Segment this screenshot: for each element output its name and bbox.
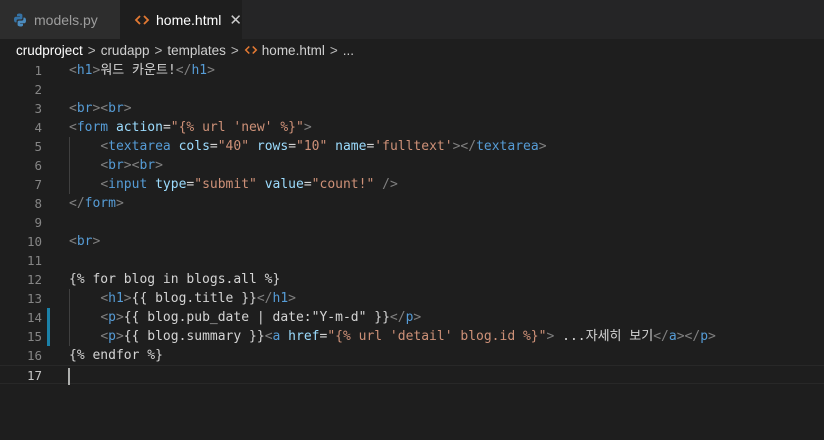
line-number: 2 <box>34 82 42 97</box>
line-number: 15 <box>26 329 42 344</box>
code-text: <p>{{ blog.pub_date | date:"Y-m-d" }}</p… <box>100 310 422 325</box>
code-line[interactable]: 1 <h1>워드 카운트!</h1> <box>0 61 824 80</box>
tab-models-py[interactable]: models.py <box>0 0 120 39</box>
breadcrumb-templates[interactable]: templates <box>167 43 226 58</box>
line-number: 11 <box>26 253 42 268</box>
line-number: 3 <box>34 101 42 116</box>
breadcrumb: crudproject > crudapp > templates > home… <box>0 39 824 61</box>
code-text: </form> <box>69 196 124 211</box>
code-text: <br><br> <box>69 101 132 116</box>
tab-bar: models.py home.html ✕ <box>0 0 824 39</box>
code-line[interactable]: 3 <br><br> <box>0 99 824 118</box>
tab-label: home.html <box>156 11 222 28</box>
line-number: 5 <box>34 139 42 154</box>
tab-home-html[interactable]: home.html ✕ <box>120 0 242 39</box>
breadcrumb-separator: > <box>230 42 239 58</box>
indent-guide <box>69 289 70 346</box>
code-line[interactable]: 8 </form> <box>0 194 824 213</box>
code-line[interactable]: 14 <p>{{ blog.pub_date | date:"Y-m-d" }}… <box>0 308 824 327</box>
html-icon <box>134 12 150 28</box>
code-line[interactable]: 17 <box>0 365 824 385</box>
code-line[interactable]: 7 <input type="submit" value="count!" /> <box>0 175 824 194</box>
line-number: 7 <box>34 177 42 192</box>
code-editor[interactable]: 1 <h1>워드 카운트!</h1> 2 3 <br><br> 4 <form action… <box>0 61 824 440</box>
code-line[interactable]: 13 <h1>{{ blog.title }}</h1> <box>0 289 824 308</box>
line-number: 14 <box>26 310 42 325</box>
code-text: {% endfor %} <box>69 348 163 363</box>
code-line[interactable]: 4 <form action="{% url 'new' %}"> <box>0 118 824 137</box>
breadcrumb-home-html[interactable]: home.html <box>262 43 325 58</box>
breadcrumb-crudproject[interactable]: crudproject <box>16 43 83 58</box>
breadcrumb-crudapp[interactable]: crudapp <box>101 43 150 58</box>
code-text: <textarea cols="40" rows="10" name='full… <box>100 139 547 154</box>
code-line[interactable]: 16 {% endfor %} <box>0 346 824 365</box>
code-line[interactable]: 5 <textarea cols="40" rows="10" name='fu… <box>0 137 824 156</box>
text-cursor <box>68 368 70 385</box>
code-text: <input type="submit" value="count!" /> <box>100 177 398 192</box>
line-number: 9 <box>34 215 42 230</box>
line-number: 12 <box>26 272 42 287</box>
code-line[interactable]: 10 <br> <box>0 232 824 251</box>
line-number: 16 <box>26 348 42 363</box>
code-line[interactable]: 11 <box>0 251 824 270</box>
code-text: <p>{{ blog.summary }}<a href="{% url 'de… <box>100 329 716 344</box>
line-number: 6 <box>34 158 42 173</box>
code-line[interactable]: 9 <box>0 213 824 232</box>
line-number: 8 <box>34 196 42 211</box>
line-number: 10 <box>26 234 42 249</box>
breadcrumb-separator: > <box>154 42 163 58</box>
modified-line-marker <box>47 308 50 327</box>
indent-guide <box>69 137 70 194</box>
modified-line-marker <box>47 327 50 346</box>
code-line[interactable]: 15 <p>{{ blog.summary }}<a href="{% url … <box>0 327 824 346</box>
code-text: <br> <box>69 234 101 249</box>
code-line[interactable]: 6 <br><br> <box>0 156 824 175</box>
close-icon[interactable]: ✕ <box>229 11 242 29</box>
line-number: 13 <box>26 291 42 306</box>
code-line[interactable]: 2 <box>0 80 824 99</box>
code-text: {% for blog in blogs.all %} <box>69 272 281 287</box>
code-text: <h1>워드 카운트!</h1> <box>69 63 215 78</box>
line-number: 4 <box>34 120 42 135</box>
python-icon <box>12 12 28 28</box>
tab-label: models.py <box>34 11 98 28</box>
code-text: <h1>{{ blog.title }}</h1> <box>100 291 296 306</box>
code-text: <form action="{% url 'new' %}"> <box>69 120 312 135</box>
line-number: 17 <box>26 368 42 383</box>
code-text: <br><br> <box>100 158 163 173</box>
breadcrumb-more[interactable]: ... <box>343 43 354 58</box>
breadcrumb-separator: > <box>329 42 338 58</box>
html-icon <box>244 43 258 57</box>
line-number: 1 <box>34 63 42 78</box>
breadcrumb-separator: > <box>87 42 96 58</box>
code-line[interactable]: 12 {% for blog in blogs.all %} <box>0 270 824 289</box>
